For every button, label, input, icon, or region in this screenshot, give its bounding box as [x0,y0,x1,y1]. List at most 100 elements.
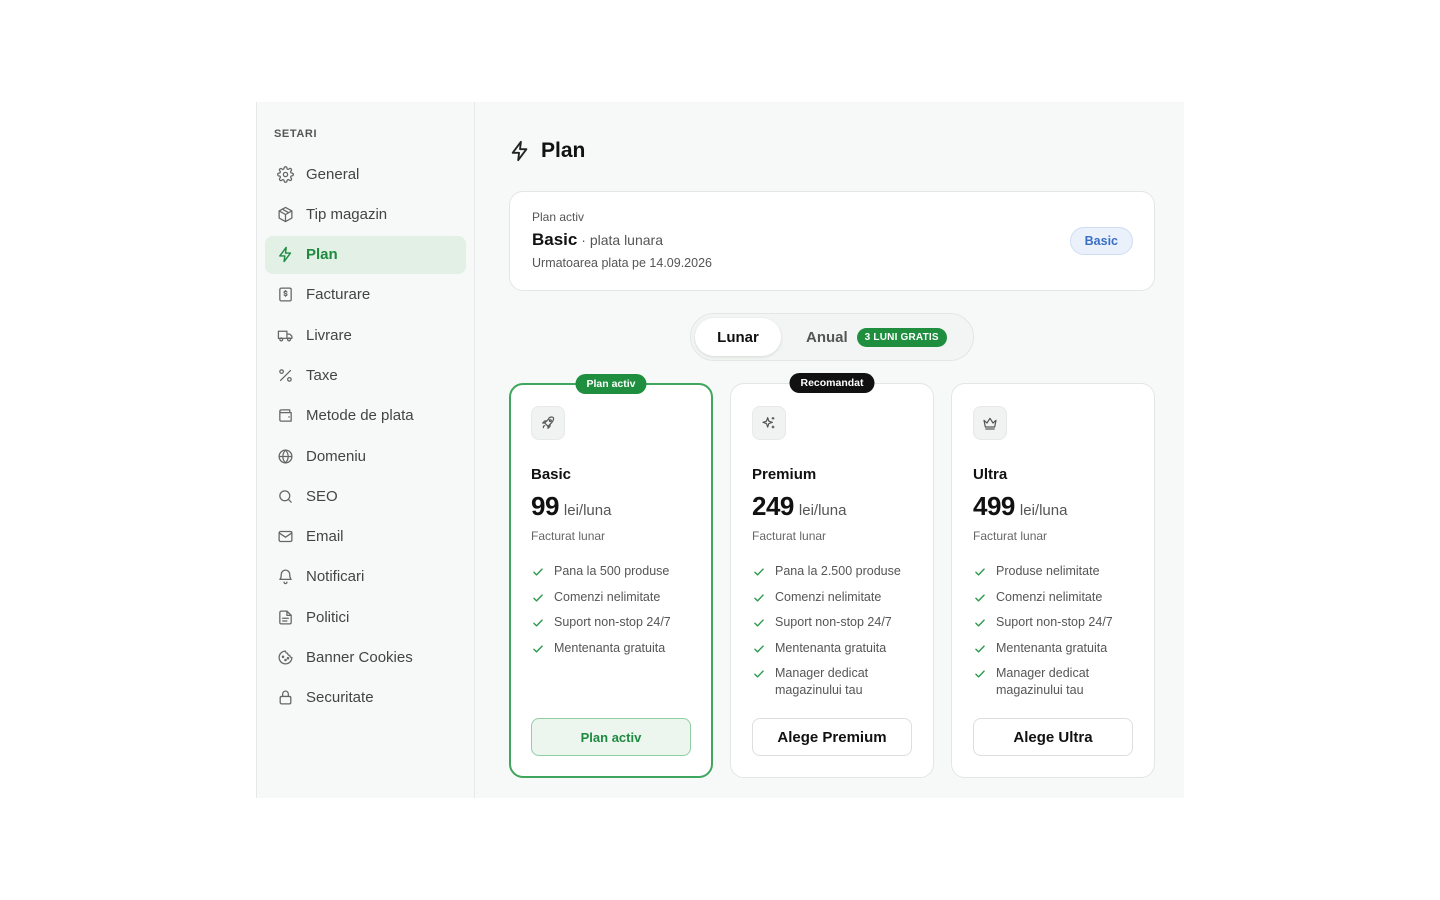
invoice-icon [277,286,294,303]
feature-text: Pana la 500 produse [554,564,670,578]
sidebar-item-label: Plan [306,246,338,264]
box-icon [277,206,294,223]
sidebar-item-label: Email [306,528,344,546]
plan-card-basic: Plan activ Basic 99 lei/luna Facturat lunar P… [509,374,713,778]
plan-name: Basic [531,466,572,483]
sidebar-item-label: Livrare [306,326,352,344]
plan-price: 499 lei/luna [973,491,1133,522]
feature-item: Comenzi nelimitate [752,589,912,606]
sidebar-item-tip-magazin[interactable]: Tip magazin [265,195,466,233]
lock-icon [277,689,294,706]
lightning-icon [509,140,531,162]
feature-item: Pana la 500 produse [531,563,691,580]
document-icon [277,609,294,626]
sidebar-heading: SETARI [274,128,318,140]
plan-name: Ultra [973,466,1008,483]
sidebar-item-notificari[interactable]: Notificari [265,558,466,596]
sidebar-item-general[interactable]: General [265,155,466,193]
check-icon [752,565,766,579]
check-icon [531,616,545,630]
check-icon [752,642,766,656]
sidebar-item-metode-plata[interactable]: Metode de plata [265,397,466,435]
feature-text: Suport non-stop 24/7 [996,615,1113,629]
active-plan-line: Basic · plata lunara [532,230,1132,250]
feature-text: Mentenanta gratuita [554,640,666,655]
next-payment: Urmatoarea plata pe 14.09.2026 [532,256,712,270]
feature-item: Suport non-stop 24/7 [531,614,691,631]
sidebar-item-politici[interactable]: Politici [265,598,466,636]
sidebar-item-email[interactable]: Email [265,518,466,556]
rocket-icon [531,406,565,440]
lightning-icon [277,246,294,263]
active-plan-card: Plan activ Basic · plata lunara Urmatoar… [509,191,1155,291]
promo-badge: 3 LUNI GRATIS [856,327,947,347]
percent-icon [277,367,294,384]
feature-item: Manager dedicat magazinului tau [752,665,912,699]
check-icon [973,616,987,630]
plan-cta-basic[interactable]: Plan activ [531,718,691,756]
check-icon [752,591,766,605]
billing-toggle: Lunar Anual 3 LUNI GRATIS [690,313,974,361]
page-title: Plan [541,139,586,162]
plan-billing: Facturat lunar [531,529,606,543]
sidebar-item-seo[interactable]: SEO [265,477,466,515]
feature-item: Comenzi nelimitate [973,589,1133,606]
plan-card-premium: Recomandat Premium 249 lei/luna Facturat lun… [730,373,934,778]
plan-cards: Plan activ Basic 99 lei/luna Facturat lunar P… [509,373,1155,778]
plan-features: Produse nelimitate Comenzi nelimitate Supo… [973,563,1133,699]
toggle-monthly[interactable]: Lunar [695,318,781,356]
settings-app: SETARI General Tip magazin Plan Facturare Li… [256,102,1184,798]
plan-price-unit: lei/luna [1019,502,1068,519]
feature-text: Comenzi nelimitate [996,589,1103,604]
sidebar-item-label: Taxe [306,366,338,384]
feature-text: Mentenanta gratuita [996,640,1108,655]
sidebar-item-label: Banner Cookies [306,649,413,667]
cookie-icon [277,649,294,666]
active-plan-label: Plan activ [532,210,585,224]
active-plan-billing: · plata lunara [581,232,663,248]
toggle-yearly-label: Anual [806,328,848,346]
sidebar-item-securitate[interactable]: Securitate [265,679,466,717]
feature-item: Mentenanta gratuita [973,640,1133,657]
feature-text: Comenzi nelimitate [554,589,661,604]
plan-billing: Facturat lunar [752,529,827,543]
feature-item: Produse nelimitate [973,563,1133,580]
feature-item: Pana la 2.500 produse [752,563,912,580]
gear-icon [277,165,294,183]
plan-billing: Facturat lunar [973,529,1048,543]
sidebar-item-label: Notificari [306,568,365,586]
feature-item: Suport non-stop 24/7 [973,614,1133,631]
feature-text: Manager dedicat magazinului tau [996,666,1090,697]
sidebar-item-label: General [306,165,360,183]
sidebar-item-label: Tip magazin [306,205,388,223]
check-icon [531,642,545,656]
sidebar-item-banner-cookies[interactable]: Banner Cookies [265,639,466,677]
plan-name: Premium [752,466,817,483]
plan-features: Pana la 500 produse Comenzi nelimitate Sup… [531,563,691,657]
check-icon [531,591,545,605]
feature-text: Produse nelimitate [996,564,1100,578]
plan-ribbon: Plan activ [575,374,647,394]
sparkles-icon [752,406,786,440]
sidebar-item-facturare[interactable]: Facturare [265,276,466,314]
sidebar-item-livrare[interactable]: Livrare [265,316,466,354]
sidebar-item-plan[interactable]: Plan [265,235,466,274]
sidebar-item-label: Securitate [306,689,374,707]
sidebar-item-taxe[interactable]: Taxe [265,356,466,394]
plan-cta-premium[interactable]: Alege Premium [752,718,912,756]
plan-main: Plan Plan activ Basic · plata lunara Urm… [475,102,1184,798]
sidebar-item-domeniu[interactable]: Domeniu [265,437,466,475]
plan-card-ultra: Ultra 499 lei/luna Facturat lunar Produse ne… [951,383,1155,778]
sidebar-item-label: Domeniu [306,447,367,465]
sidebar-item-label: SEO [306,487,338,505]
feature-item: Mentenanta gratuita [531,640,691,657]
plan-cta-ultra[interactable]: Alege Ultra [973,718,1133,756]
plan-price-amount: 499 [973,491,1015,521]
check-icon [752,616,766,630]
check-icon [531,565,545,579]
toggle-yearly[interactable]: Anual 3 LUNI GRATIS [781,318,947,356]
feature-item: Mentenanta gratuita [752,640,912,657]
plan-features: Pana la 2.500 produse Comenzi nelimitate S… [752,563,912,699]
sidebar-item-label: Facturare [306,286,371,304]
feature-item: Suport non-stop 24/7 [752,614,912,631]
